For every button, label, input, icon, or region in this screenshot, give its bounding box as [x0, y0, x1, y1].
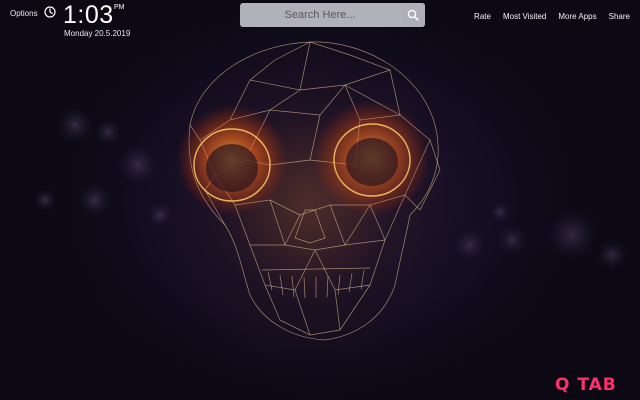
rate-link[interactable]: Rate — [474, 12, 491, 21]
qtab-logo[interactable]: Q TAB — [555, 375, 617, 395]
more-apps-link[interactable]: More Apps — [558, 12, 596, 21]
clock-icon[interactable] — [44, 6, 56, 18]
clock-period: PM — [114, 4, 125, 11]
roses-left — [33, 105, 174, 229]
options-button[interactable]: Options — [10, 9, 38, 18]
search-button[interactable] — [401, 3, 425, 27]
search-box — [240, 3, 425, 27]
clock-date: Monday 20.5.2019 — [64, 29, 131, 38]
search-input[interactable] — [240, 3, 400, 27]
most-visited-link[interactable]: Most Visited — [503, 12, 546, 21]
top-links: Rate Most Visited More Apps Share — [474, 12, 630, 21]
clock-time: 1:03 — [63, 1, 114, 29]
share-link[interactable]: Share — [609, 12, 630, 21]
wallpaper-image — [33, 41, 628, 341]
top-bar: Options 1:03 PM Monday 20.5.2019 Rate Mo… — [0, 0, 640, 40]
search-icon — [407, 9, 419, 21]
skull-eyes — [177, 100, 430, 216]
roses-right — [452, 200, 628, 271]
